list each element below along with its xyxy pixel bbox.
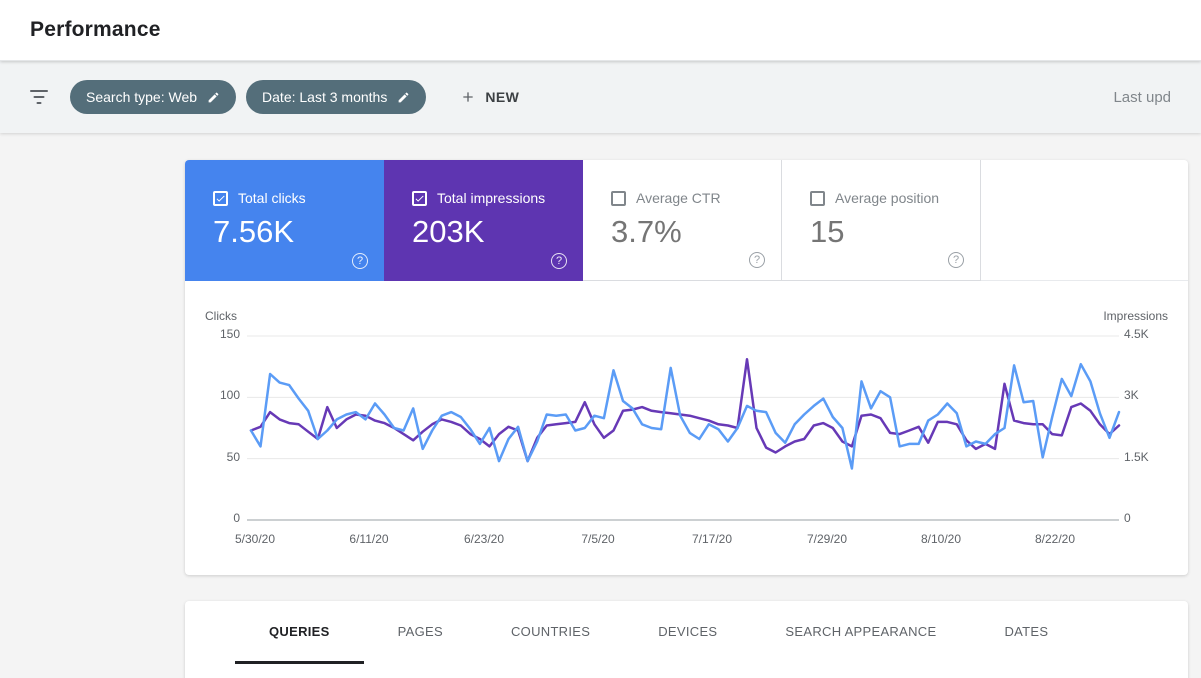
metric-tile-head: Total clicks <box>185 160 384 206</box>
x-tick: 7/17/20 <box>691 532 733 546</box>
help-icon[interactable] <box>352 253 368 269</box>
clicks-axis-label: Clicks <box>205 309 237 323</box>
metric-tile-average-ctr[interactable]: Average CTR 3.7% <box>583 160 782 281</box>
metric-value: 7.56K <box>213 214 295 249</box>
y-tick: 50 <box>226 450 240 464</box>
filter-list-icon[interactable] <box>30 90 48 104</box>
search-type-chip[interactable]: Search type: Web <box>70 80 237 114</box>
checkbox-checked-icon[interactable] <box>412 190 427 206</box>
metric-label: Average CTR <box>636 190 721 206</box>
tab-pages[interactable]: PAGES <box>364 601 477 664</box>
page-header: Performance <box>0 0 1201 61</box>
y-tick: 0 <box>233 511 240 525</box>
metric-tiles-filler <box>981 160 1188 281</box>
metric-label: Total impressions <box>437 190 546 206</box>
metric-tile-total-impressions[interactable]: Total impressions 203K <box>384 160 583 281</box>
x-tick: 6/23/20 <box>463 532 505 546</box>
date-range-chip[interactable]: Date: Last 3 months <box>246 80 427 114</box>
x-tick: 8/10/20 <box>920 532 962 546</box>
metric-label: Total clicks <box>238 190 306 206</box>
performance-chart-card: Total clicks 7.56K Total impressions 203… <box>185 160 1188 575</box>
tab-dates[interactable]: DATES <box>970 601 1082 664</box>
check-icon <box>216 195 225 202</box>
y2-tick: 3K <box>1124 388 1139 402</box>
metric-value: 3.7% <box>611 214 682 249</box>
y2-tick: 4.5K <box>1124 327 1149 341</box>
content-area: Total clicks 7.56K Total impressions 203… <box>0 133 1201 678</box>
impressions-axis-label: Impressions <box>1103 309 1168 323</box>
metric-value: 203K <box>412 214 485 249</box>
page-title: Performance <box>30 18 161 41</box>
help-icon[interactable] <box>551 253 567 269</box>
date-range-chip-label: Date: Last 3 months <box>262 89 388 105</box>
dimension-tabs: QUERIES PAGES COUNTRIES DEVICES SEARCH A… <box>185 601 1188 664</box>
metric-tile-total-clicks[interactable]: Total clicks 7.56K <box>185 160 384 281</box>
metric-tile-head: Average CTR <box>583 160 781 206</box>
y2-tick: 1.5K <box>1124 450 1149 464</box>
metric-tile-head: Average position <box>782 160 980 206</box>
last-updated-text: Last upd <box>1113 88 1171 106</box>
checkbox-checked-icon[interactable] <box>213 190 228 206</box>
plus-icon <box>463 92 473 102</box>
filter-bar: Search type: Web Date: Last 3 months NEW… <box>0 61 1201 133</box>
y-tick: 100 <box>219 388 240 402</box>
metric-tile-head: Total impressions <box>384 160 583 206</box>
tab-search-appearance[interactable]: SEARCH APPEARANCE <box>751 601 970 664</box>
x-tick: 6/11/20 <box>349 532 389 546</box>
tab-countries[interactable]: COUNTRIES <box>477 601 624 664</box>
chart-svg <box>247 335 1121 521</box>
help-icon[interactable] <box>749 252 765 268</box>
help-icon[interactable] <box>948 252 964 268</box>
metric-value: 15 <box>810 214 845 249</box>
check-icon <box>415 195 424 202</box>
metric-tile-average-position[interactable]: Average position 15 <box>782 160 981 281</box>
new-filter-button[interactable]: NEW <box>450 83 529 111</box>
x-tick: 7/5/20 <box>581 532 615 546</box>
edit-icon[interactable] <box>207 91 220 104</box>
tab-queries[interactable]: QUERIES <box>235 601 364 664</box>
search-type-chip-label: Search type: Web <box>86 89 198 105</box>
metric-label: Average position <box>835 190 940 206</box>
y-tick: 150 <box>219 327 240 341</box>
x-tick: 5/30/20 <box>234 532 276 546</box>
x-tick: 7/29/20 <box>806 532 848 546</box>
new-button-label: NEW <box>485 89 520 105</box>
metric-tiles-row: Total clicks 7.56K Total impressions 203… <box>185 160 1188 281</box>
y2-tick: 0 <box>1124 511 1131 525</box>
tab-devices[interactable]: DEVICES <box>624 601 751 664</box>
checkbox-unchecked-icon[interactable] <box>810 190 825 206</box>
checkbox-unchecked-icon[interactable] <box>611 190 626 206</box>
dimension-tabs-card: QUERIES PAGES COUNTRIES DEVICES SEARCH A… <box>185 601 1188 678</box>
edit-icon[interactable] <box>397 91 410 104</box>
x-tick: 8/22/20 <box>1034 532 1076 546</box>
